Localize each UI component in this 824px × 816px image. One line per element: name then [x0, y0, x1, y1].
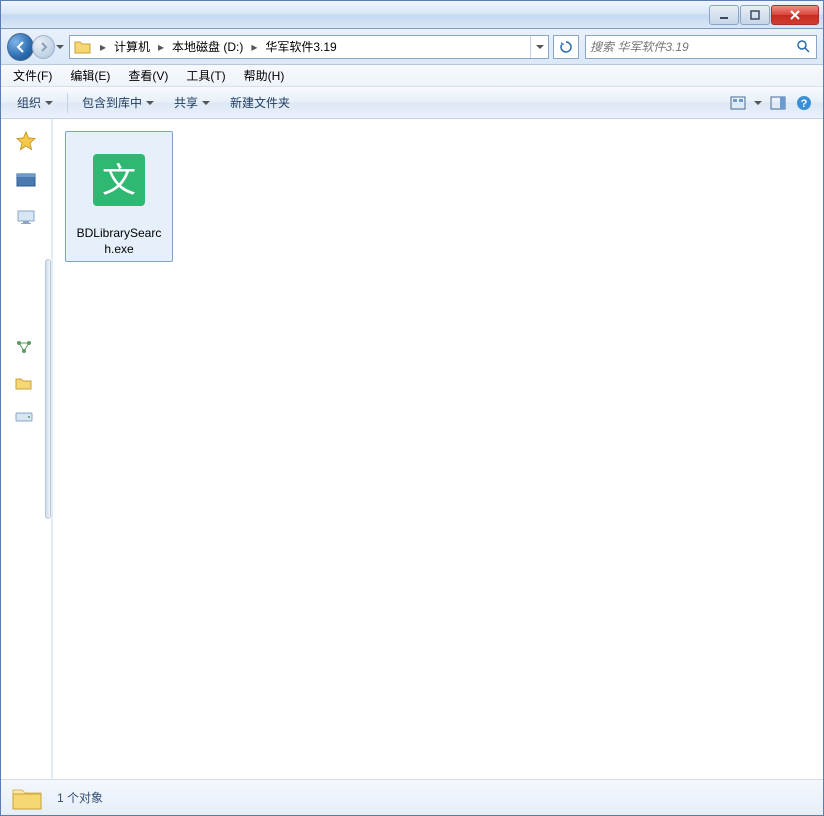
file-name-label: BDLibrarySearch.exe: [70, 226, 168, 257]
status-text: 1 个对象: [57, 789, 103, 806]
breadcrumb-computer[interactable]: 计算机: [110, 36, 154, 58]
forward-button[interactable]: [32, 35, 55, 59]
menu-file[interactable]: 文件(F): [5, 65, 60, 86]
maximize-button[interactable]: [740, 5, 770, 25]
sidebar-scrollbar[interactable]: [45, 259, 51, 519]
chevron-down-icon: [45, 101, 53, 105]
explorer-window: ▸ 计算机 ▸ 本地磁盘 (D:) ▸ 华军软件3.19 文件(F) 编辑(E)…: [0, 0, 824, 816]
search-icon[interactable]: [796, 39, 812, 55]
libraries-icon[interactable]: [16, 171, 36, 189]
nav-history-buttons: [7, 32, 65, 62]
new-folder-label: 新建文件夹: [230, 94, 290, 111]
share-button[interactable]: 共享: [166, 90, 218, 115]
refresh-button[interactable]: [553, 35, 579, 59]
share-label: 共享: [174, 94, 198, 111]
chevron-down-icon: [202, 101, 210, 105]
preview-pane-button[interactable]: [767, 92, 789, 114]
separator: [67, 93, 68, 113]
organize-label: 组织: [17, 94, 41, 111]
menu-edit[interactable]: 编辑(E): [62, 65, 118, 86]
minimize-button[interactable]: [709, 5, 739, 25]
status-folder-icon: [11, 784, 43, 812]
folder-icon: [74, 39, 92, 55]
menu-bar: 文件(F) 编辑(E) 查看(V) 工具(T) 帮助(H): [1, 65, 823, 87]
breadcrumb-folder[interactable]: 华军软件3.19: [261, 36, 340, 58]
status-bar: 1 个对象: [1, 779, 823, 815]
navigation-pane: [1, 119, 51, 779]
file-item[interactable]: 文 BDLibrarySearch.exe: [65, 131, 173, 262]
search-input[interactable]: [590, 40, 796, 54]
file-icon-glyph: 文: [102, 162, 136, 200]
svg-text:?: ?: [801, 98, 808, 110]
file-list-pane[interactable]: 文 BDLibrarySearch.exe: [53, 119, 823, 779]
breadcrumb-sep-icon[interactable]: ▸: [154, 36, 168, 58]
breadcrumb-sep-icon[interactable]: ▸: [96, 36, 110, 58]
breadcrumb-drive[interactable]: 本地磁盘 (D:): [168, 36, 247, 58]
help-button[interactable]: ?: [793, 92, 815, 114]
titlebar: [1, 1, 823, 29]
address-bar[interactable]: ▸ 计算机 ▸ 本地磁盘 (D:) ▸ 华军软件3.19: [69, 35, 549, 59]
menu-help[interactable]: 帮助(H): [236, 65, 293, 86]
include-in-library-button[interactable]: 包含到库中: [74, 90, 162, 115]
command-bar: 组织 包含到库中 共享 新建文件夹 ?: [1, 87, 823, 119]
navigation-bar: ▸ 计算机 ▸ 本地磁盘 (D:) ▸ 华军软件3.19: [1, 29, 823, 65]
search-box[interactable]: [585, 35, 817, 59]
new-folder-button[interactable]: 新建文件夹: [222, 90, 298, 115]
organize-button[interactable]: 组织: [9, 90, 61, 115]
drive-tree-icon[interactable]: [15, 411, 33, 425]
view-options-button[interactable]: [727, 92, 749, 114]
computer-icon[interactable]: [16, 209, 36, 225]
close-button[interactable]: [771, 5, 819, 25]
folder-tree-icon[interactable]: [15, 376, 33, 393]
history-dropdown[interactable]: [55, 33, 65, 61]
favorites-icon[interactable]: [16, 131, 36, 151]
menu-view[interactable]: 查看(V): [120, 65, 176, 86]
address-dropdown[interactable]: [530, 36, 548, 58]
body-area: 文 BDLibrarySearch.exe: [1, 119, 823, 779]
include-label: 包含到库中: [82, 94, 142, 111]
menu-tools[interactable]: 工具(T): [178, 65, 233, 86]
view-options-dropdown[interactable]: [753, 101, 763, 105]
chevron-down-icon: [146, 101, 154, 105]
network-icon[interactable]: [15, 339, 33, 358]
breadcrumb-sep-icon[interactable]: ▸: [247, 36, 261, 58]
back-button[interactable]: [7, 33, 34, 61]
file-thumbnail: 文: [71, 140, 167, 220]
